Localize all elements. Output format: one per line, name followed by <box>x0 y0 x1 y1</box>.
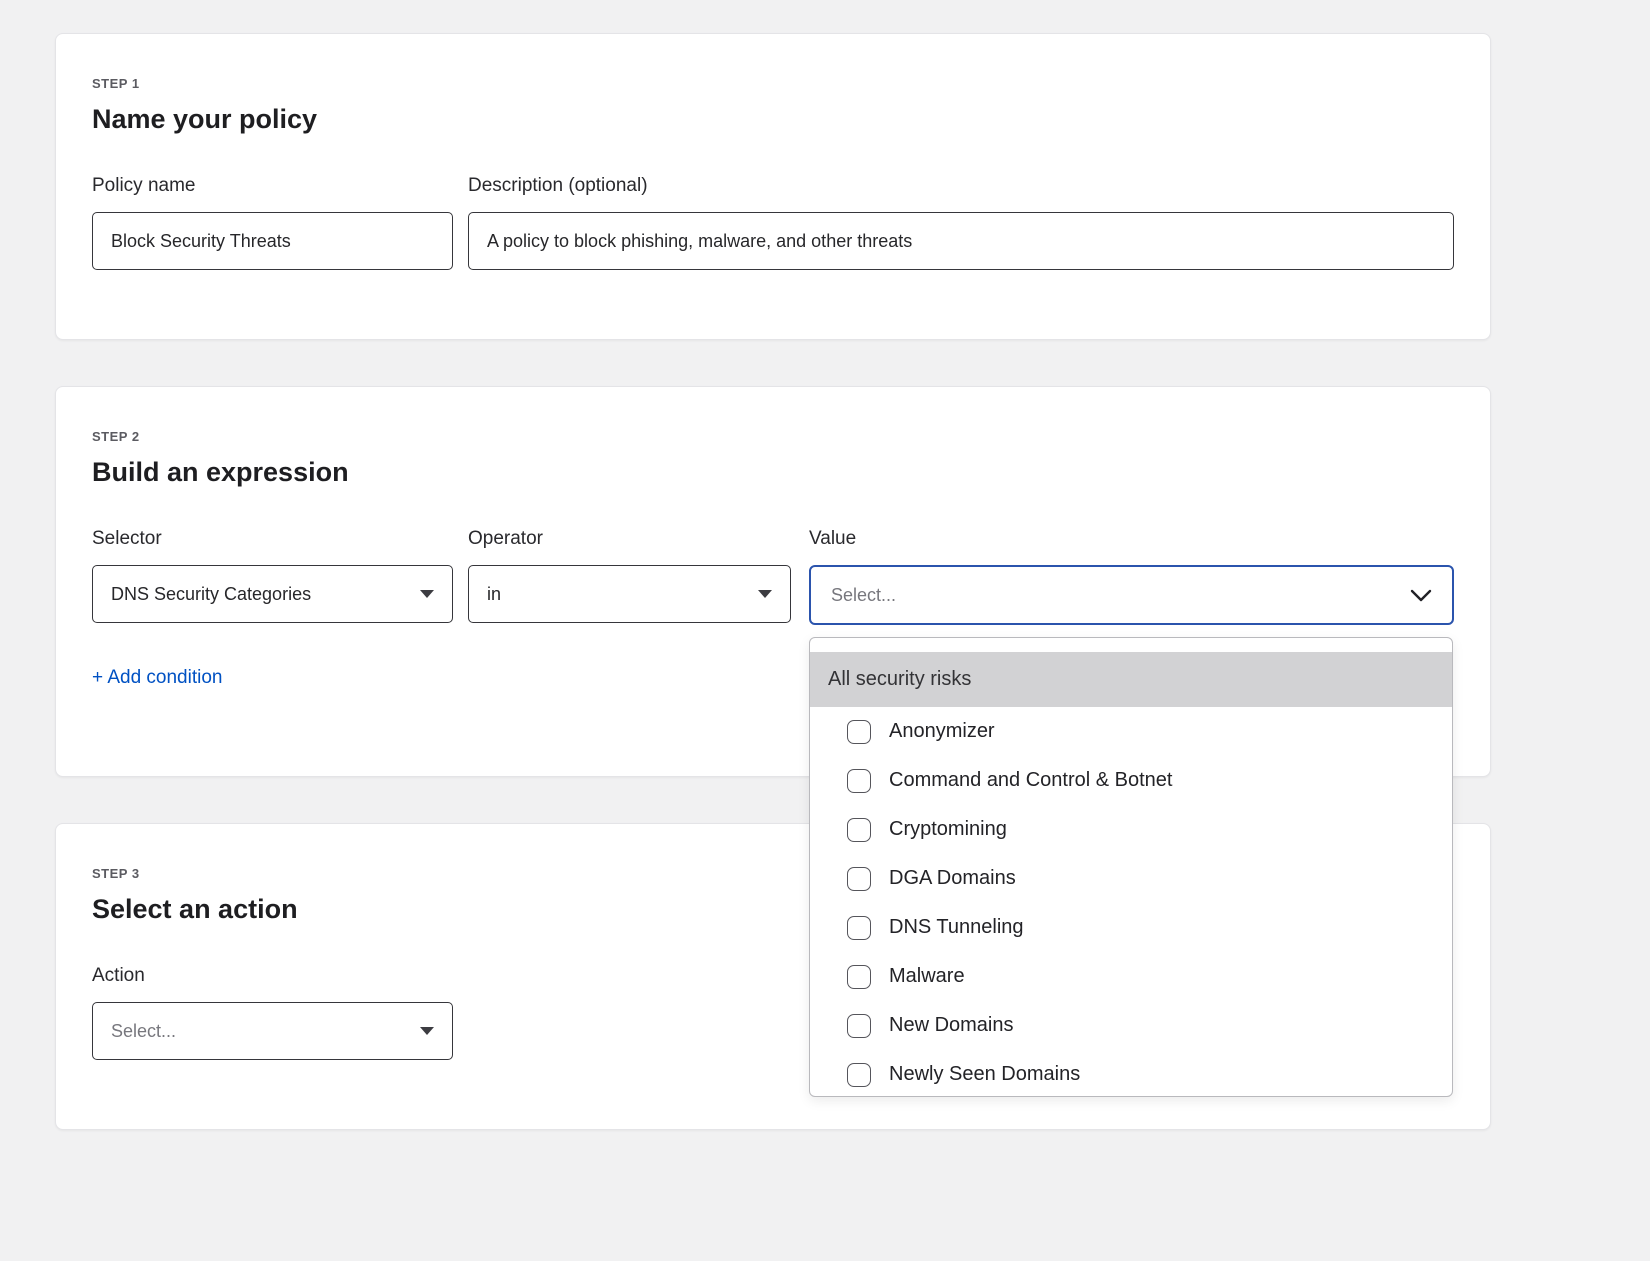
dropdown-option-label: DNS Tunneling <box>889 916 1024 939</box>
dropdown-option[interactable]: Malware <box>810 952 1452 1001</box>
checkbox-icon[interactable] <box>847 720 871 744</box>
selector-value: DNS Security Categories <box>111 584 311 605</box>
dropdown-option-all-security-risks[interactable]: All security risks <box>810 652 1452 707</box>
value-dropdown-menu: All security risks Anonymizer Command an… <box>809 637 1453 1097</box>
action-placeholder: Select... <box>111 1021 176 1042</box>
checkbox-icon[interactable] <box>847 818 871 842</box>
dropdown-option[interactable]: Anonymizer <box>810 707 1452 756</box>
action-dropdown[interactable]: Select... <box>92 1002 453 1060</box>
step2-title: Build an expression <box>92 457 1454 488</box>
step2-card: STEP 2 Build an expression Selector DNS … <box>55 386 1491 777</box>
action-label: Action <box>92 965 453 987</box>
checkbox-icon[interactable] <box>847 867 871 891</box>
dropdown-option-label: Command and Control & Botnet <box>889 769 1173 792</box>
checkbox-icon[interactable] <box>847 965 871 989</box>
policy-name-label: Policy name <box>92 175 453 197</box>
step2-label: STEP 2 <box>92 429 1454 444</box>
checkbox-icon[interactable] <box>847 916 871 940</box>
caret-down-icon <box>420 1027 434 1035</box>
dropdown-option[interactable]: New Domains <box>810 1001 1452 1050</box>
dropdown-option[interactable]: Newly Seen Domains <box>810 1050 1452 1097</box>
dropdown-option-label: New Domains <box>889 1014 1013 1037</box>
value-dropdown[interactable]: Select... <box>809 565 1454 625</box>
dropdown-option[interactable]: DNS Tunneling <box>810 903 1452 952</box>
dropdown-option[interactable]: DGA Domains <box>810 854 1452 903</box>
dropdown-option[interactable]: Cryptomining <box>810 805 1452 854</box>
policy-name-input[interactable] <box>92 212 453 270</box>
dropdown-option[interactable]: Command and Control & Botnet <box>810 756 1452 805</box>
add-condition-link[interactable]: + Add condition <box>92 667 222 689</box>
description-label: Description (optional) <box>468 175 1454 197</box>
checkbox-icon[interactable] <box>847 1014 871 1038</box>
dropdown-option-label: Cryptomining <box>889 818 1007 841</box>
value-placeholder: Select... <box>831 585 896 606</box>
step1-label: STEP 1 <box>92 76 1454 91</box>
selector-label: Selector <box>92 528 453 550</box>
value-label: Value <box>809 528 1454 550</box>
chevron-down-icon <box>1410 589 1432 602</box>
caret-down-icon <box>420 590 434 598</box>
description-input[interactable] <box>468 212 1454 270</box>
dropdown-option-label: Malware <box>889 965 965 988</box>
dropdown-option-label: Newly Seen Domains <box>889 1063 1080 1086</box>
step1-title: Name your policy <box>92 104 1454 135</box>
dropdown-option-label: Anonymizer <box>889 720 995 743</box>
checkbox-icon[interactable] <box>847 769 871 793</box>
selector-dropdown[interactable]: DNS Security Categories <box>92 565 453 623</box>
operator-value: in <box>487 584 501 605</box>
checkbox-icon[interactable] <box>847 1063 871 1087</box>
dropdown-option-label: DGA Domains <box>889 867 1016 890</box>
dropdown-options-list: Anonymizer Command and Control & Botnet … <box>810 707 1452 1097</box>
operator-dropdown[interactable]: in <box>468 565 791 623</box>
operator-label: Operator <box>468 528 791 550</box>
step1-card: STEP 1 Name your policy Policy name Desc… <box>55 33 1491 340</box>
caret-down-icon <box>758 590 772 598</box>
